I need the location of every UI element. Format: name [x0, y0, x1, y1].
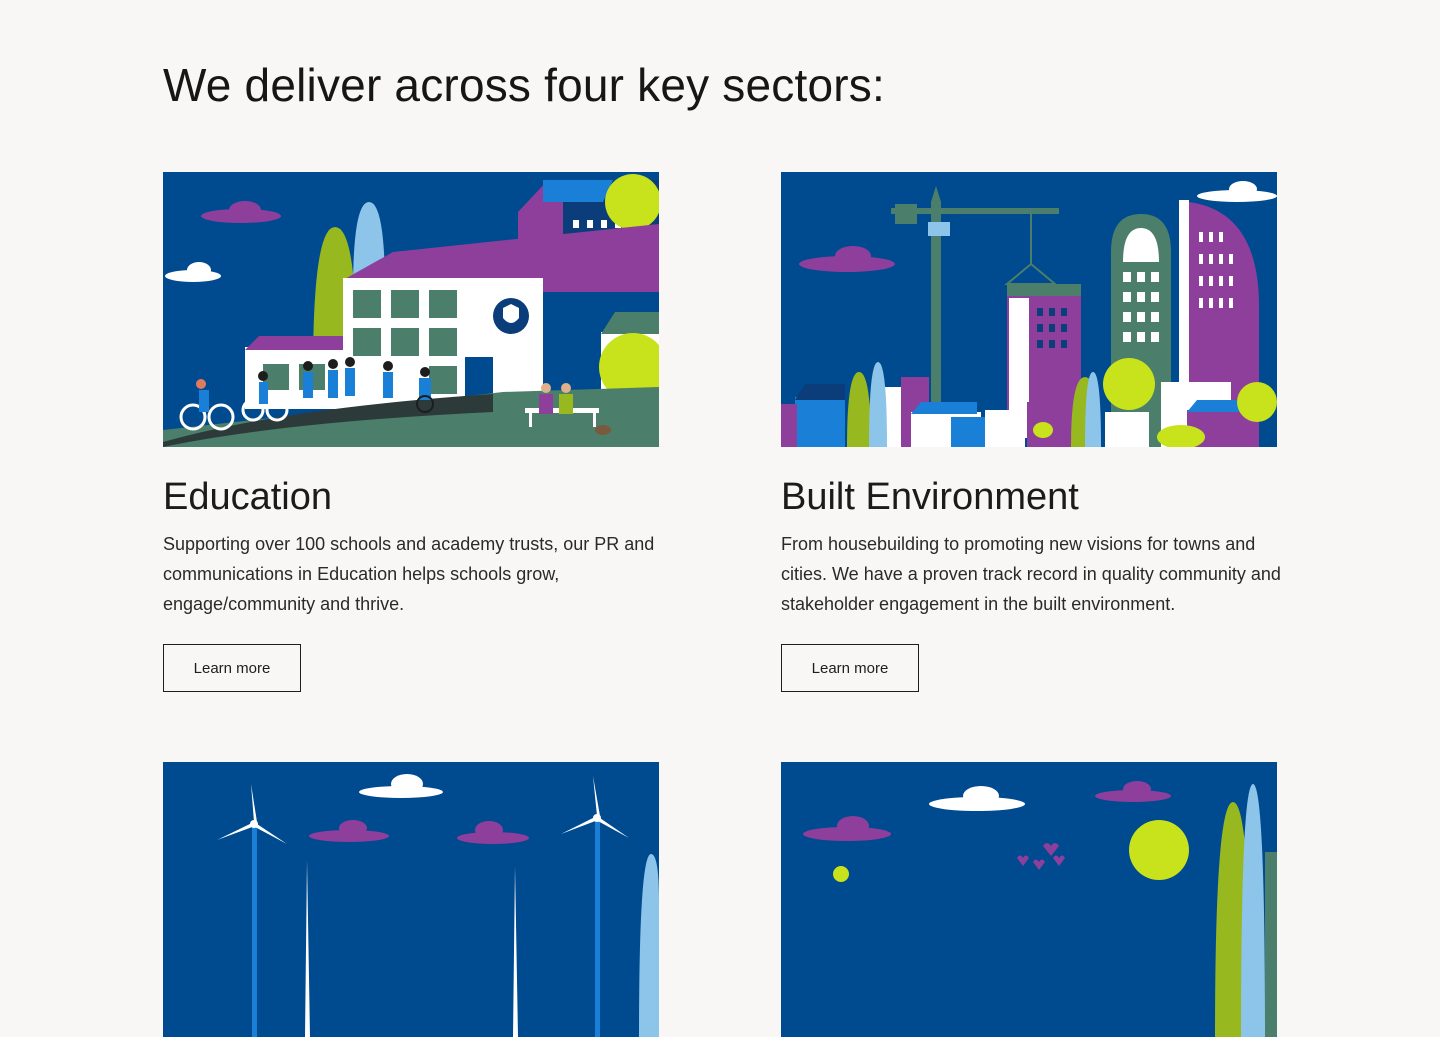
learn-more-button[interactable]: Learn more [163, 643, 301, 692]
card-description: Supporting over 100 schools and academy … [163, 533, 655, 614]
sector-card-built-environment: Built Environment From housebuilding to … [781, 172, 1301, 692]
card-title: Education [163, 476, 333, 518]
sector-card-community [781, 762, 1301, 1037]
education-illustration [163, 172, 659, 447]
built-environment-illustration [781, 172, 1277, 447]
wind-energy-illustration [163, 762, 659, 1037]
sector-card-education: Education Supporting over 100 schools an… [163, 172, 683, 692]
community-illustration [781, 762, 1277, 1037]
card-description: From housebuilding to promoting new visi… [781, 533, 1281, 614]
section-heading: We deliver across four key sectors: [163, 59, 885, 111]
card-title: Built Environment [781, 476, 1079, 518]
sector-card-energy [163, 762, 683, 1037]
learn-more-button[interactable]: Learn more [781, 643, 919, 692]
